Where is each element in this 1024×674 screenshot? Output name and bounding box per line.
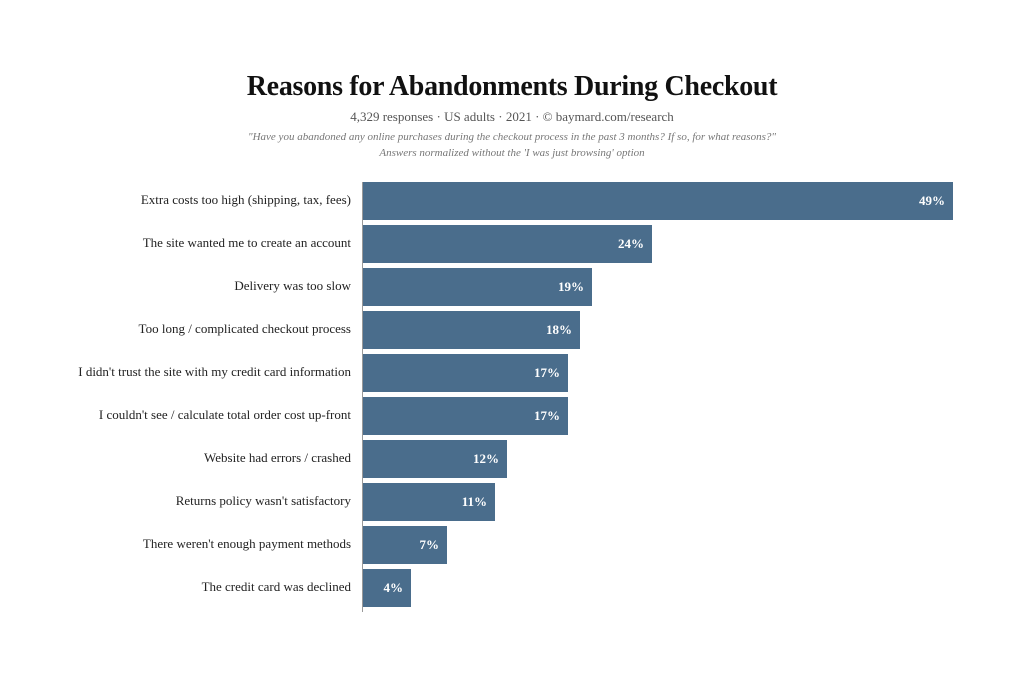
footnote-line1: "Have you abandoned any online purchases… <box>248 131 776 143</box>
bar-value: 19% <box>558 279 584 295</box>
bar-wrapper: 17% <box>363 354 568 392</box>
bar-label: There weren't enough payment methods <box>53 536 363 553</box>
bar: 24% <box>363 225 652 263</box>
bar-value: 17% <box>534 408 560 424</box>
chart-subtitle: 4,329 responses · US adults · 2021 · © b… <box>52 109 972 125</box>
bar-wrapper: 17% <box>363 397 568 435</box>
bar-value: 18% <box>546 322 572 338</box>
chart-row: Website had errors / crashed12% <box>363 440 972 478</box>
bar: 49% <box>363 182 953 220</box>
chart-row: The site wanted me to create an account2… <box>363 225 972 263</box>
bar-label: I couldn't see / calculate total order c… <box>53 407 363 424</box>
bar: 19% <box>363 268 592 306</box>
footnote-line2: Answers normalized without the 'I was ju… <box>379 147 644 159</box>
bar: 18% <box>363 311 580 349</box>
chart-row: Too long / complicated checkout process1… <box>363 311 972 349</box>
bar-value: 17% <box>534 365 560 381</box>
bar-wrapper: 7% <box>363 526 447 564</box>
bar: 4% <box>363 569 411 607</box>
chart-title: Reasons for Abandonments During Checkout <box>52 71 972 103</box>
chart-area: Extra costs too high (shipping, tax, fee… <box>362 182 972 612</box>
bar-label: Too long / complicated checkout process <box>53 321 363 338</box>
chart-row: There weren't enough payment methods7% <box>363 526 972 564</box>
bar-value: 11% <box>462 494 487 510</box>
bar-value: 49% <box>919 193 945 209</box>
chart-row: Returns policy wasn't satisfactory11% <box>363 483 972 521</box>
bar-label: Website had errors / crashed <box>53 450 363 467</box>
chart-row: The credit card was declined4% <box>363 569 972 607</box>
bar-wrapper: 12% <box>363 440 507 478</box>
bar: 17% <box>363 397 568 435</box>
bar-label: I didn't trust the site with my credit c… <box>53 364 363 381</box>
bar-wrapper: 49% <box>363 182 953 220</box>
bar-wrapper: 18% <box>363 311 580 349</box>
chart-row: I couldn't see / calculate total order c… <box>363 397 972 435</box>
bar-value: 4% <box>384 580 404 596</box>
chart-row: I didn't trust the site with my credit c… <box>363 354 972 392</box>
bar-wrapper: 4% <box>363 569 411 607</box>
chart-container: Reasons for Abandonments During Checkout… <box>22 43 1002 632</box>
chart-footnote: "Have you abandoned any online purchases… <box>52 129 972 162</box>
bar-label: Delivery was too slow <box>53 278 363 295</box>
bar-label: Extra costs too high (shipping, tax, fee… <box>53 192 363 209</box>
bar: 11% <box>363 483 495 521</box>
chart-row: Delivery was too slow19% <box>363 268 972 306</box>
bar: 12% <box>363 440 507 478</box>
bar-value: 7% <box>420 537 440 553</box>
chart-row: Extra costs too high (shipping, tax, fee… <box>363 182 972 220</box>
bar-value: 12% <box>473 451 499 467</box>
bar-wrapper: 11% <box>363 483 495 521</box>
bar: 17% <box>363 354 568 392</box>
bar-wrapper: 19% <box>363 268 592 306</box>
bar-wrapper: 24% <box>363 225 652 263</box>
bar-value: 24% <box>618 236 644 252</box>
bar-label: The site wanted me to create an account <box>53 235 363 252</box>
bar-label: The credit card was declined <box>53 579 363 596</box>
bar: 7% <box>363 526 447 564</box>
bar-label: Returns policy wasn't satisfactory <box>53 493 363 510</box>
